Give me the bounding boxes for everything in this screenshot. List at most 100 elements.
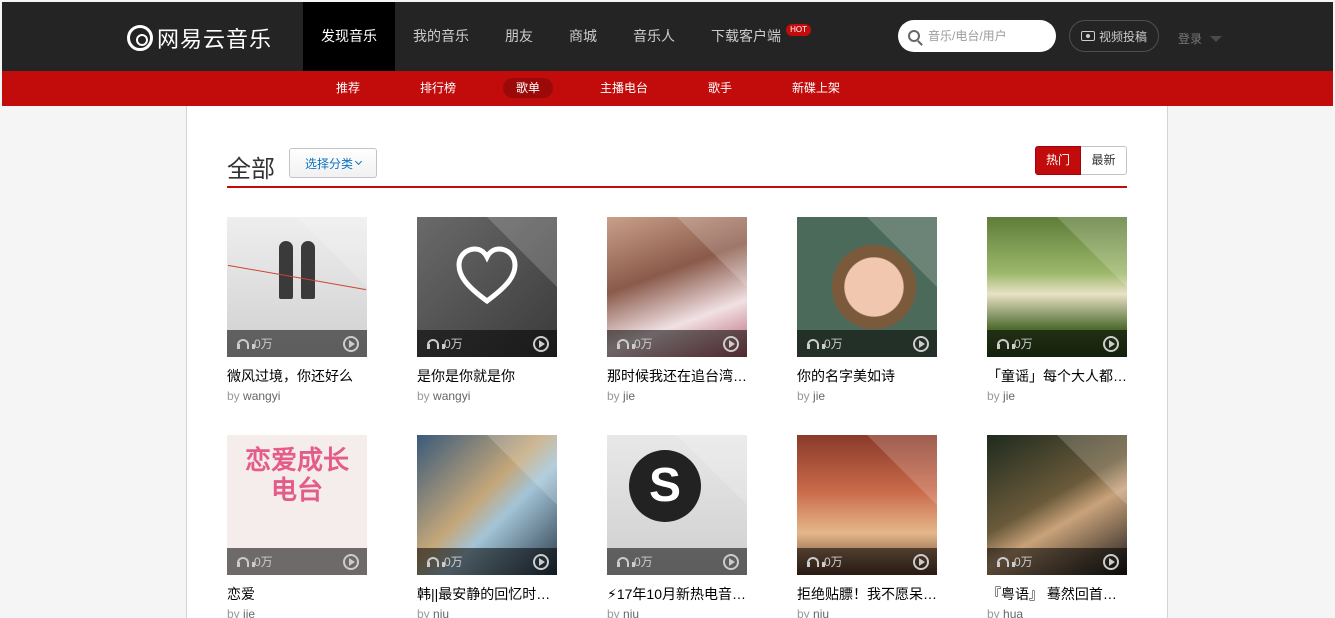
playlist-card: 0万 微风过境，你还好么 by wangyi	[227, 217, 367, 404]
by-label: by	[797, 607, 810, 618]
playlist-cover[interactable]: 0万	[607, 217, 747, 357]
cover-stats-bar: 0万	[227, 330, 367, 357]
nav-musicians[interactable]: 音乐人	[615, 2, 693, 71]
select-category-button[interactable]: 选择分类	[289, 148, 377, 178]
headphones-icon	[617, 338, 635, 349]
play-count: 0万	[254, 555, 273, 569]
headphones-icon	[427, 338, 445, 349]
by-label: by	[417, 389, 430, 403]
play-icon[interactable]	[1103, 554, 1119, 570]
play-icon[interactable]	[913, 336, 929, 352]
headphones-icon	[237, 556, 255, 567]
playlist-title[interactable]: 是你是你就是你	[417, 366, 557, 386]
playlist-card: 0万 那时候我还在追台湾… by jie	[607, 217, 747, 404]
search-input[interactable]	[928, 29, 1046, 43]
playlist-card: S 0万 ⚡17年10月新热电音… by niu	[607, 435, 747, 618]
cover-stats-bar: 0万	[797, 330, 937, 357]
video-upload-label: 视频投稿	[1098, 29, 1147, 44]
subnav-artists[interactable]: 歌手	[695, 78, 745, 98]
playlist-cover[interactable]: 0万	[417, 435, 557, 575]
by-label: by	[797, 389, 810, 403]
playlist-byline: by jie	[797, 388, 937, 404]
play-icon[interactable]	[533, 554, 549, 570]
playlist-card: 0万 你的名字美如诗 by jie	[797, 217, 937, 404]
playlist-card: 恋爱成长电台 0万 恋爱 by jie	[227, 435, 367, 618]
playlist-title[interactable]: 『粤语』 蓦然回首…	[987, 584, 1127, 604]
playlist-byline: by jie	[607, 388, 747, 404]
playlist-author[interactable]: wangyi	[433, 389, 470, 403]
play-icon[interactable]	[343, 336, 359, 352]
playlist-cover[interactable]: 0万	[797, 217, 937, 357]
subnav-new-albums[interactable]: 新碟上架	[779, 78, 853, 98]
playlist-title[interactable]: 拒绝贴膘！我不愿呆…	[797, 584, 937, 604]
playlist-author[interactable]: niu	[813, 607, 829, 618]
play-icon[interactable]	[1103, 336, 1119, 352]
nav-download-label: 下载客户端	[711, 28, 781, 44]
cover-stats-bar: 0万	[987, 548, 1127, 575]
playlist-title[interactable]: 微风过境，你还好么	[227, 366, 367, 386]
playlist-cover[interactable]: 0万	[417, 217, 557, 357]
brand-logo[interactable]: 网易云音乐	[127, 22, 272, 54]
sub-nav: 推荐 排行榜 歌单 主播电台 歌手 新碟上架	[2, 71, 1333, 106]
play-count: 0万	[444, 555, 463, 569]
nav-discover-music[interactable]: 发现音乐	[303, 2, 395, 71]
subnav-playlists[interactable]: 歌单	[503, 78, 554, 98]
login-link[interactable]: 登录	[1178, 30, 1223, 47]
cover-stats-bar: 0万	[987, 330, 1127, 357]
nav-my-music[interactable]: 我的音乐	[395, 2, 487, 71]
play-icon[interactable]	[723, 336, 739, 352]
cover-stats-bar: 0万	[227, 548, 367, 575]
subnav-charts[interactable]: 排行榜	[407, 78, 469, 98]
headphones-icon	[427, 556, 445, 567]
playlist-title[interactable]: 那时候我还在追台湾…	[607, 366, 747, 386]
playlist-author[interactable]: niu	[623, 607, 639, 618]
playlist-title[interactable]: 你的名字美如诗	[797, 366, 937, 386]
dropdown-arrow-icon	[1210, 35, 1223, 42]
playlist-title[interactable]: 韩||最安静的回忆时…	[417, 584, 557, 604]
playlist-card: 0万 『粤语』 蓦然回首… by hua	[987, 435, 1127, 618]
play-count: 0万	[1014, 337, 1033, 351]
playlist-cover[interactable]: 0万	[227, 217, 367, 357]
playlist-byline: by jie	[987, 388, 1127, 404]
playlist-title[interactable]: 恋爱	[227, 584, 367, 604]
subnav-radio[interactable]: 主播电台	[587, 78, 661, 98]
nav-store[interactable]: 商城	[551, 2, 615, 71]
playlist-author[interactable]: wangyi	[243, 389, 280, 403]
playlist-title[interactable]: 「童谣」每个大人都…	[987, 366, 1127, 386]
playlist-card: 0万 「童谣」每个大人都… by jie	[987, 217, 1127, 404]
playlist-cover[interactable]: 0万	[987, 435, 1127, 575]
cover-text: 恋爱成长电台	[244, 445, 349, 505]
brand-name: 网易云音乐	[157, 27, 273, 52]
play-count: 0万	[444, 337, 463, 351]
playlist-author[interactable]: jie	[243, 607, 255, 618]
playlist-author[interactable]: jie	[623, 389, 635, 403]
nav-download-client[interactable]: 下载客户端 HOT	[693, 2, 811, 71]
play-icon[interactable]	[723, 554, 739, 570]
sort-newest-button[interactable]: 最新	[1081, 146, 1127, 175]
playlist-author[interactable]: jie	[1003, 389, 1015, 403]
play-count: 0万	[634, 555, 653, 569]
play-icon[interactable]	[343, 554, 359, 570]
hot-badge: HOT	[786, 24, 811, 36]
playlist-card: 0万 韩||最安静的回忆时… by niu	[417, 435, 557, 618]
play-icon[interactable]	[533, 336, 549, 352]
playlist-cover[interactable]: S 0万	[607, 435, 747, 575]
nav-friends[interactable]: 朋友	[487, 2, 551, 71]
playlist-author[interactable]: hua	[1003, 607, 1023, 618]
play-count: 0万	[634, 337, 653, 351]
playlist-cover[interactable]: 恋爱成长电台 0万	[227, 435, 367, 575]
search-box[interactable]	[898, 20, 1056, 52]
playlist-byline: by niu	[607, 606, 747, 618]
subnav-recommend[interactable]: 推荐	[323, 78, 373, 98]
play-icon[interactable]	[913, 554, 929, 570]
playlist-cover[interactable]: 0万	[987, 217, 1127, 357]
video-upload-button[interactable]: 视频投稿	[1069, 20, 1159, 52]
playlist-author[interactable]: jie	[813, 389, 825, 403]
playlist-byline: by niu	[797, 606, 937, 618]
sort-hot-button[interactable]: 热门	[1035, 146, 1081, 175]
by-label: by	[227, 389, 240, 403]
playlist-title[interactable]: ⚡17年10月新热电音…	[607, 584, 747, 604]
playlist-byline: by wangyi	[227, 388, 367, 404]
playlist-cover[interactable]: 0万	[797, 435, 937, 575]
playlist-author[interactable]: niu	[433, 607, 449, 618]
